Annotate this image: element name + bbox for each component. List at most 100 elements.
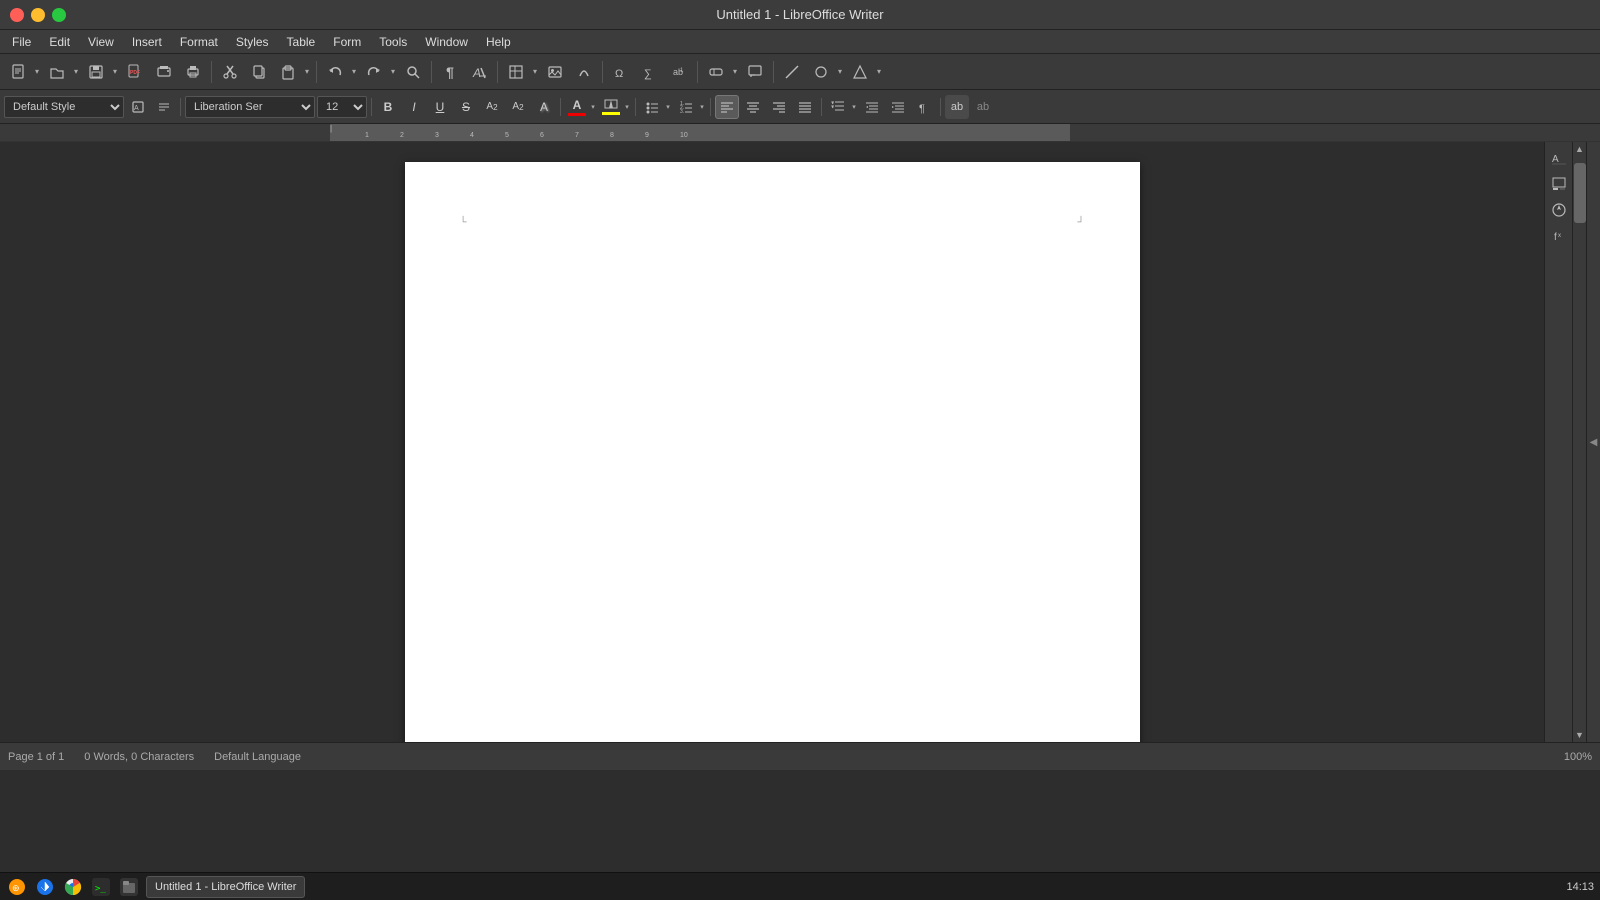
page-corner-top-left: └ — [460, 217, 467, 228]
menu-edit[interactable]: Edit — [41, 33, 78, 51]
svg-text:PDF: PDF — [130, 70, 140, 76]
update-style-button[interactable]: A — [126, 95, 150, 119]
open-arrow[interactable]: ▾ — [71, 58, 81, 86]
line-spacing-button[interactable] — [826, 95, 850, 119]
paragraph-style-dropdown[interactable]: Default Style Heading 1 Heading 2 Text B… — [4, 96, 124, 118]
new-document-button[interactable] — [4, 58, 32, 86]
indent-more-button[interactable] — [860, 95, 884, 119]
insert-image-button[interactable] — [541, 58, 569, 86]
paste-arrow[interactable]: ▾ — [302, 58, 312, 86]
style-list-button[interactable] — [152, 95, 176, 119]
new-document-arrow[interactable]: ▾ — [32, 58, 42, 86]
insert-table-button[interactable] — [502, 58, 530, 86]
align-left-button[interactable] — [715, 95, 739, 119]
taskbar-terminal-icon[interactable]: >_ — [90, 876, 112, 898]
maximize-button[interactable] — [52, 8, 66, 22]
font-name-dropdown[interactable]: Liberation Ser Liberation Sans Arial Tim… — [185, 96, 315, 118]
basic-shapes-button[interactable] — [807, 58, 835, 86]
special-char-button[interactable]: Ω — [607, 58, 635, 86]
minimize-button[interactable] — [31, 8, 45, 22]
save-arrow[interactable]: ▾ — [110, 58, 120, 86]
sidebar-functions-button[interactable]: fx — [1547, 224, 1571, 248]
redo-button[interactable] — [360, 58, 388, 86]
font-color-arrow[interactable]: ▾ — [589, 95, 597, 119]
menu-tools[interactable]: Tools — [371, 33, 415, 51]
close-button[interactable] — [10, 8, 24, 22]
insert-comment-button[interactable] — [741, 58, 769, 86]
taskbar-chrome-icon[interactable] — [62, 876, 84, 898]
cut-button[interactable] — [216, 58, 244, 86]
justify-button[interactable] — [793, 95, 817, 119]
menu-styles[interactable]: Styles — [228, 33, 277, 51]
highlight-color-button[interactable] — [599, 95, 623, 119]
indent-less-button[interactable] — [886, 95, 910, 119]
toggle-formatting-marks-button[interactable]: ¶ — [436, 58, 464, 86]
taskbar-download-icon[interactable] — [34, 876, 56, 898]
find-replace-button[interactable] — [399, 58, 427, 86]
document-area[interactable]: └ ┘ — [0, 142, 1544, 742]
ordered-list-arrow[interactable]: ▾ — [698, 95, 706, 119]
print-preview-button[interactable] — [150, 58, 178, 86]
font-color-button[interactable]: A — [565, 95, 589, 119]
more-shapes-arrow[interactable]: ▾ — [874, 58, 884, 86]
menu-form[interactable]: Form — [325, 33, 369, 51]
menu-file[interactable]: File — [4, 33, 39, 51]
menu-format[interactable]: Format — [172, 33, 226, 51]
menu-view[interactable]: View — [80, 33, 122, 51]
scroll-down-button[interactable]: ▼ — [1573, 728, 1587, 742]
undo-button[interactable] — [321, 58, 349, 86]
insert-table-arrow[interactable]: ▾ — [530, 58, 540, 86]
ordered-list-button[interactable]: 1.2.3. — [674, 95, 698, 119]
strikethrough-button[interactable]: S — [454, 95, 478, 119]
undo-arrow[interactable]: ▾ — [349, 58, 359, 86]
menu-help[interactable]: Help — [478, 33, 519, 51]
print-button[interactable] — [179, 58, 207, 86]
sidebar-gallery-button[interactable] — [1547, 172, 1571, 196]
menu-table[interactable]: Table — [279, 33, 324, 51]
sidebar-navigator-button[interactable] — [1547, 198, 1571, 222]
align-center-button[interactable] — [741, 95, 765, 119]
export-pdf-button[interactable]: PDF — [121, 58, 149, 86]
underline-button[interactable]: U — [428, 95, 452, 119]
scroll-thumb[interactable] — [1574, 163, 1586, 223]
unordered-list-arrow[interactable]: ▾ — [664, 95, 672, 119]
taskbar-launchpad-icon[interactable]: ⊛ — [6, 876, 28, 898]
copy-button[interactable] — [245, 58, 273, 86]
menu-insert[interactable]: Insert — [124, 33, 170, 51]
character-style-button-1[interactable]: ab — [945, 95, 969, 119]
menu-window[interactable]: Window — [417, 33, 476, 51]
character-style-button-2[interactable]: ab — [971, 95, 995, 119]
shadow-button[interactable]: A — [532, 95, 556, 119]
more-shapes-button[interactable] — [846, 58, 874, 86]
open-button[interactable] — [43, 58, 71, 86]
draw-button[interactable] — [570, 58, 598, 86]
unordered-list-button[interactable] — [640, 95, 664, 119]
align-right-button[interactable] — [767, 95, 791, 119]
language: Default Language — [214, 751, 301, 763]
formula-button[interactable]: ∑ — [636, 58, 664, 86]
line-spacing-arrow[interactable]: ▾ — [850, 95, 858, 119]
font-size-dropdown[interactable]: 12 8 10 11 14 18 24 36 — [317, 96, 367, 118]
subscript-button[interactable]: A2 — [506, 95, 530, 119]
right-scrollbar[interactable]: ▲ ▼ — [1572, 142, 1586, 742]
redo-arrow[interactable]: ▾ — [388, 58, 398, 86]
highlight-color-arrow[interactable]: ▾ — [623, 95, 631, 119]
taskbar-app-writer[interactable]: Untitled 1 - LibreOffice Writer — [146, 876, 305, 898]
autoformat-button[interactable]: A — [465, 58, 493, 86]
sidebar-styles-button[interactable]: A — [1547, 146, 1571, 170]
scroll-up-button[interactable]: ▲ — [1573, 142, 1587, 156]
paste-button[interactable] — [274, 58, 302, 86]
taskbar-files-icon[interactable] — [118, 876, 140, 898]
paragraph-settings-button[interactable]: ¶ — [912, 95, 936, 119]
sidebar-collapse-button[interactable]: ◀ — [1586, 142, 1600, 742]
superscript-button[interactable]: A2 — [480, 95, 504, 119]
line-tool-button[interactable] — [778, 58, 806, 86]
insert-field-button[interactable] — [702, 58, 730, 86]
document-page[interactable]: └ ┘ — [405, 162, 1140, 742]
bold-button[interactable]: B — [376, 95, 400, 119]
save-button[interactable] — [82, 58, 110, 86]
footnote-button[interactable]: ab1 — [665, 58, 693, 86]
italic-button[interactable]: I — [402, 95, 426, 119]
insert-field-arrow[interactable]: ▾ — [730, 58, 740, 86]
basic-shapes-arrow[interactable]: ▾ — [835, 58, 845, 86]
